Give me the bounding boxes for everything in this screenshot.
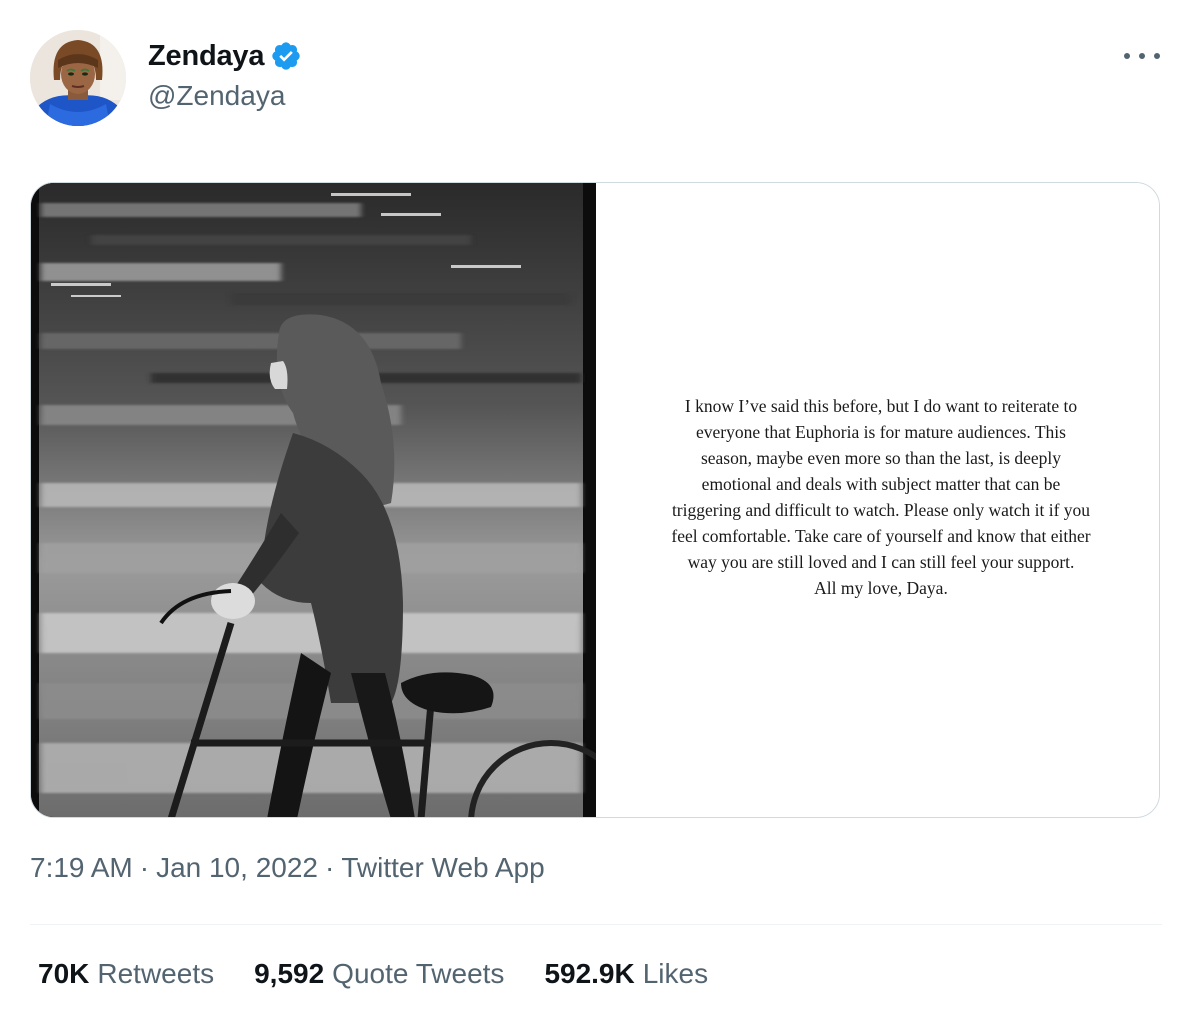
meta-separator: · [139, 852, 150, 883]
likes-stat[interactable]: 592.9K Likes [544, 958, 708, 990]
retweets-stat[interactable]: 70K Retweets [38, 958, 214, 990]
tweet-date[interactable]: Jan 10, 2022 [156, 852, 318, 884]
more-horizontal-icon [1124, 53, 1130, 59]
more-horizontal-icon [1154, 53, 1160, 59]
tweet-source[interactable]: Twitter Web App [341, 852, 544, 884]
more-options-button[interactable] [1124, 42, 1160, 70]
display-name[interactable]: Zendaya [148, 40, 264, 73]
avatar[interactable] [30, 30, 126, 126]
retweets-label: Retweets [97, 958, 215, 989]
retweets-count: 70K [38, 958, 90, 989]
display-name-row[interactable]: Zendaya [148, 38, 302, 74]
quote-tweets-label: Quote Tweets [332, 958, 505, 989]
verified-badge-icon [272, 42, 300, 70]
divider [30, 924, 1162, 925]
quote-tweets-count: 9,592 [254, 958, 325, 989]
tweet-time[interactable]: 7:19 AM [30, 852, 133, 884]
tweet-meta: 7:19 AM · Jan 10, 2022 · Twitter Web App [30, 852, 545, 884]
tweet-photo[interactable] [31, 183, 596, 817]
likes-label: Likes [642, 958, 709, 989]
tweet-media: I know I’ve said this before, but I do w… [30, 182, 1160, 818]
tweet-note-image[interactable]: I know I’ve said this before, but I do w… [596, 183, 1159, 817]
more-horizontal-icon [1139, 53, 1145, 59]
tweet-stats: 70K Retweets 9,592 Quote Tweets 592.9K L… [38, 958, 748, 990]
likes-count: 592.9K [544, 958, 635, 989]
user-handle[interactable]: @Zendaya [148, 80, 285, 112]
quote-tweets-stat[interactable]: 9,592 Quote Tweets [254, 958, 504, 990]
tweet-detail: Zendaya @Zendaya I know I’ve said this b… [0, 0, 1192, 1030]
note-text: I know I’ve said this before, but I do w… [671, 396, 1091, 598]
meta-separator: · [324, 852, 335, 883]
